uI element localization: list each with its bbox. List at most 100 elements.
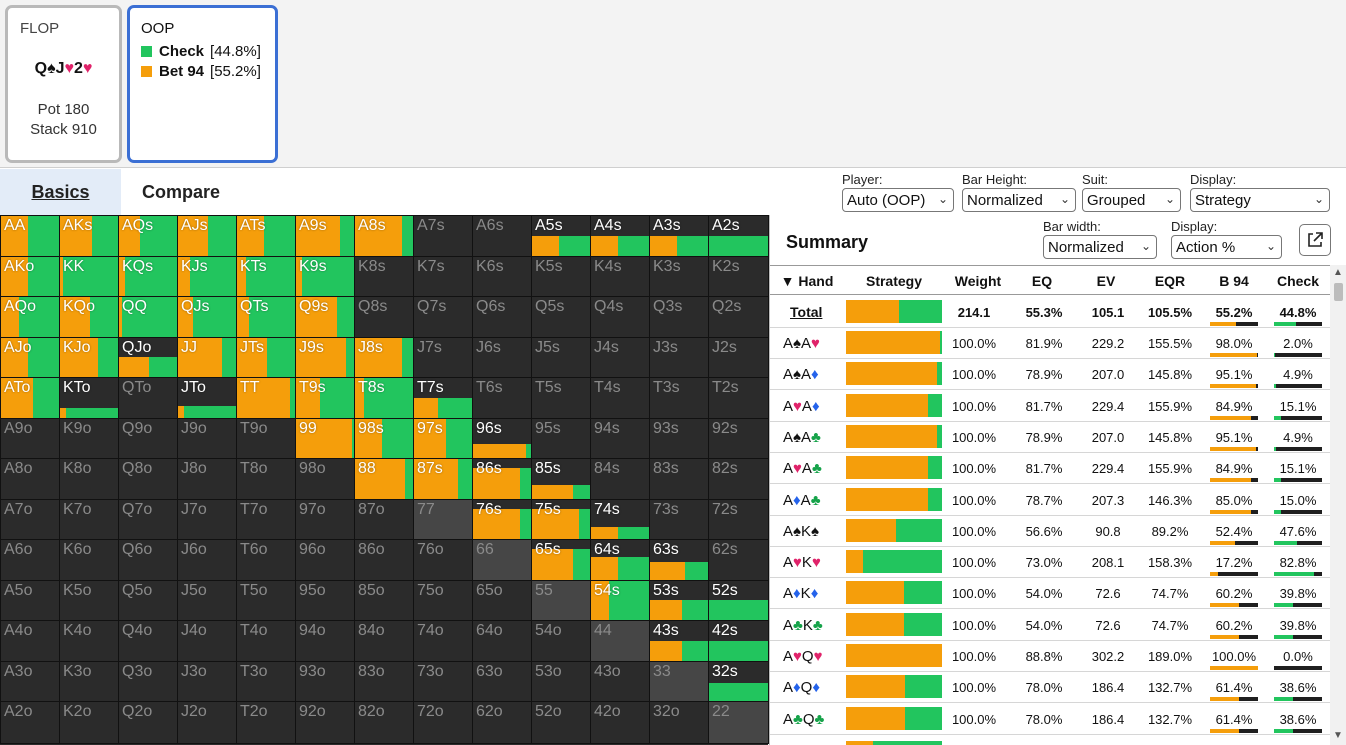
hand-cell[interactable]: K4s	[590, 256, 650, 297]
hand-cell[interactable]: 99	[295, 418, 355, 459]
hand-cell[interactable]: Q3o	[118, 661, 178, 702]
hand-cell[interactable]: QJs	[177, 296, 237, 338]
hand-cell[interactable]: KQo	[59, 296, 119, 338]
hand-cell[interactable]: AQo	[0, 296, 60, 338]
hand-cell[interactable]: 65s	[531, 539, 591, 581]
table-row[interactable]: A♦Q♦ 100.0% 78.0% 186.4 132.7% 61.4% 38.6%	[770, 672, 1330, 704]
column-header[interactable]: Weight	[952, 273, 1004, 289]
hand-cell[interactable]: J7s	[413, 337, 473, 378]
hand-cell[interactable]: 74o	[413, 620, 473, 662]
hand-cell[interactable]: 52s	[708, 580, 769, 621]
hand-cell[interactable]: KJo	[59, 337, 119, 378]
hand-cell[interactable]: 97o	[295, 499, 355, 540]
hand-cell[interactable]: T7s	[413, 377, 473, 419]
hand-cell[interactable]: 62o	[472, 701, 532, 744]
hand-cell[interactable]: K9s	[295, 256, 355, 297]
hand-cell[interactable]: Q3s	[649, 296, 709, 338]
hand-cell[interactable]: 92s	[708, 418, 769, 459]
hand-cell[interactable]: 96s	[472, 418, 532, 459]
hand-cell[interactable]: T4o	[236, 620, 296, 662]
hand-cell[interactable]: Q6o	[118, 539, 178, 581]
hand-cell[interactable]: T9o	[236, 418, 296, 459]
hand-cell[interactable]: K7o	[59, 499, 119, 540]
table-row[interactable]: A♣K♣ 100.0% 54.0% 72.6 74.7% 60.2% 39.8%	[770, 610, 1330, 641]
column-header[interactable]: Check	[1270, 273, 1326, 289]
hand-cell[interactable]: 32o	[649, 701, 709, 744]
hand-cell[interactable]: 66	[472, 539, 532, 581]
hand-cell[interactable]: AJo	[0, 337, 60, 378]
hand-cell[interactable]: 55	[531, 580, 591, 621]
hand-cell[interactable]: KTs	[236, 256, 296, 297]
hand-cell[interactable]: 63s	[649, 539, 709, 581]
hand-cell[interactable]: AA	[0, 215, 60, 257]
column-header[interactable]: B 94	[1206, 273, 1262, 289]
hand-cell[interactable]: 82o	[354, 701, 414, 744]
hand-cell[interactable]: KK	[59, 256, 119, 297]
hand-cell[interactable]: 53o	[531, 661, 591, 702]
hand-cell[interactable]: KJs	[177, 256, 237, 297]
hand-cell[interactable]: 95o	[295, 580, 355, 621]
hand-cell[interactable]: AKs	[59, 215, 119, 257]
hand-cell[interactable]: 73o	[413, 661, 473, 702]
hand-cell[interactable]: 22	[708, 701, 769, 744]
hand-cell[interactable]: A8o	[0, 458, 60, 500]
hand-cell[interactable]: KQs	[118, 256, 178, 297]
hand-cell[interactable]: K6o	[59, 539, 119, 581]
table-row[interactable]: A♦A♣ 100.0% 78.7% 207.3 146.3% 85.0% 15.0%	[770, 485, 1330, 516]
hand-cell[interactable]: T2o	[236, 701, 296, 744]
hand-cell[interactable]: AKo	[0, 256, 60, 297]
hand-cell[interactable]: T5s	[531, 377, 591, 419]
hand-cell[interactable]: K3s	[649, 256, 709, 297]
hand-cell[interactable]: T3o	[236, 661, 296, 702]
column-header[interactable]: EQR	[1142, 273, 1198, 289]
hand-cell[interactable]: A4o	[0, 620, 60, 662]
hand-cell[interactable]: 76s	[472, 499, 532, 540]
hand-cell[interactable]: 87s	[413, 458, 473, 500]
hand-cell[interactable]: Q4o	[118, 620, 178, 662]
hand-cell[interactable]: 87o	[354, 499, 414, 540]
hand-cell[interactable]: T4s	[590, 377, 650, 419]
hand-cell[interactable]: K5o	[59, 580, 119, 621]
external-link-button[interactable]	[1299, 224, 1331, 256]
hand-cell[interactable]: K8o	[59, 458, 119, 500]
hand-cell[interactable]: T6o	[236, 539, 296, 581]
column-header[interactable]: Strategy	[856, 273, 932, 289]
hand-cell[interactable]: T2s	[708, 377, 769, 419]
hand-cell[interactable]: QJo	[118, 337, 178, 378]
table-row[interactable]: A♥A♣ 100.0% 81.7% 229.4 155.9% 84.9% 15.1%	[770, 453, 1330, 485]
hand-cell[interactable]: Q8s	[354, 296, 414, 338]
scroll-thumb[interactable]	[1334, 283, 1343, 301]
hand-cell[interactable]: 52o	[531, 701, 591, 744]
hand-cell[interactable]: A7s	[413, 215, 473, 257]
hand-cell[interactable]: QTo	[118, 377, 178, 419]
hand-cell[interactable]: QTs	[236, 296, 296, 338]
hand-cell[interactable]: 96o	[295, 539, 355, 581]
hand-cell[interactable]: 97s	[413, 418, 473, 459]
hand-cell[interactable]: J6o	[177, 539, 237, 581]
hand-cell[interactable]: 94s	[590, 418, 650, 459]
hand-cell[interactable]: A5s	[531, 215, 591, 257]
hand-cell[interactable]: 43s	[649, 620, 709, 662]
hand-cell[interactable]: K4o	[59, 620, 119, 662]
hand-cell[interactable]: 72o	[413, 701, 473, 744]
hand-cell[interactable]: 85s	[531, 458, 591, 500]
hand-cell[interactable]: J8s	[354, 337, 414, 378]
hand-cell[interactable]: 83o	[354, 661, 414, 702]
hand-cell[interactable]: A9o	[0, 418, 60, 459]
scroll-down-arrow[interactable]: ▼	[1333, 730, 1343, 741]
hand-cell[interactable]: 64o	[472, 620, 532, 662]
hand-cell[interactable]: 44	[590, 620, 650, 662]
hand-cell[interactable]: 65o	[472, 580, 532, 621]
hand-cell[interactable]: 76o	[413, 539, 473, 581]
hand-cell[interactable]: J3s	[649, 337, 709, 378]
table-row[interactable]: A♦K♦ 100.0% 54.0% 72.6 74.7% 60.2% 39.8%	[770, 578, 1330, 610]
hand-cell[interactable]: A9s	[295, 215, 355, 257]
hand-cell[interactable]: A4s	[590, 215, 650, 257]
player-select[interactable]: Auto (OOP) ⌄	[842, 188, 954, 212]
hand-cell[interactable]: JJ	[177, 337, 237, 378]
bar-height-select[interactable]: Normalized ⌄	[962, 188, 1076, 212]
hand-cell[interactable]: JTs	[236, 337, 296, 378]
hand-cell[interactable]: AJs	[177, 215, 237, 257]
hand-cell[interactable]: A3s	[649, 215, 709, 257]
scroll-up-arrow[interactable]: ▲	[1333, 267, 1343, 278]
